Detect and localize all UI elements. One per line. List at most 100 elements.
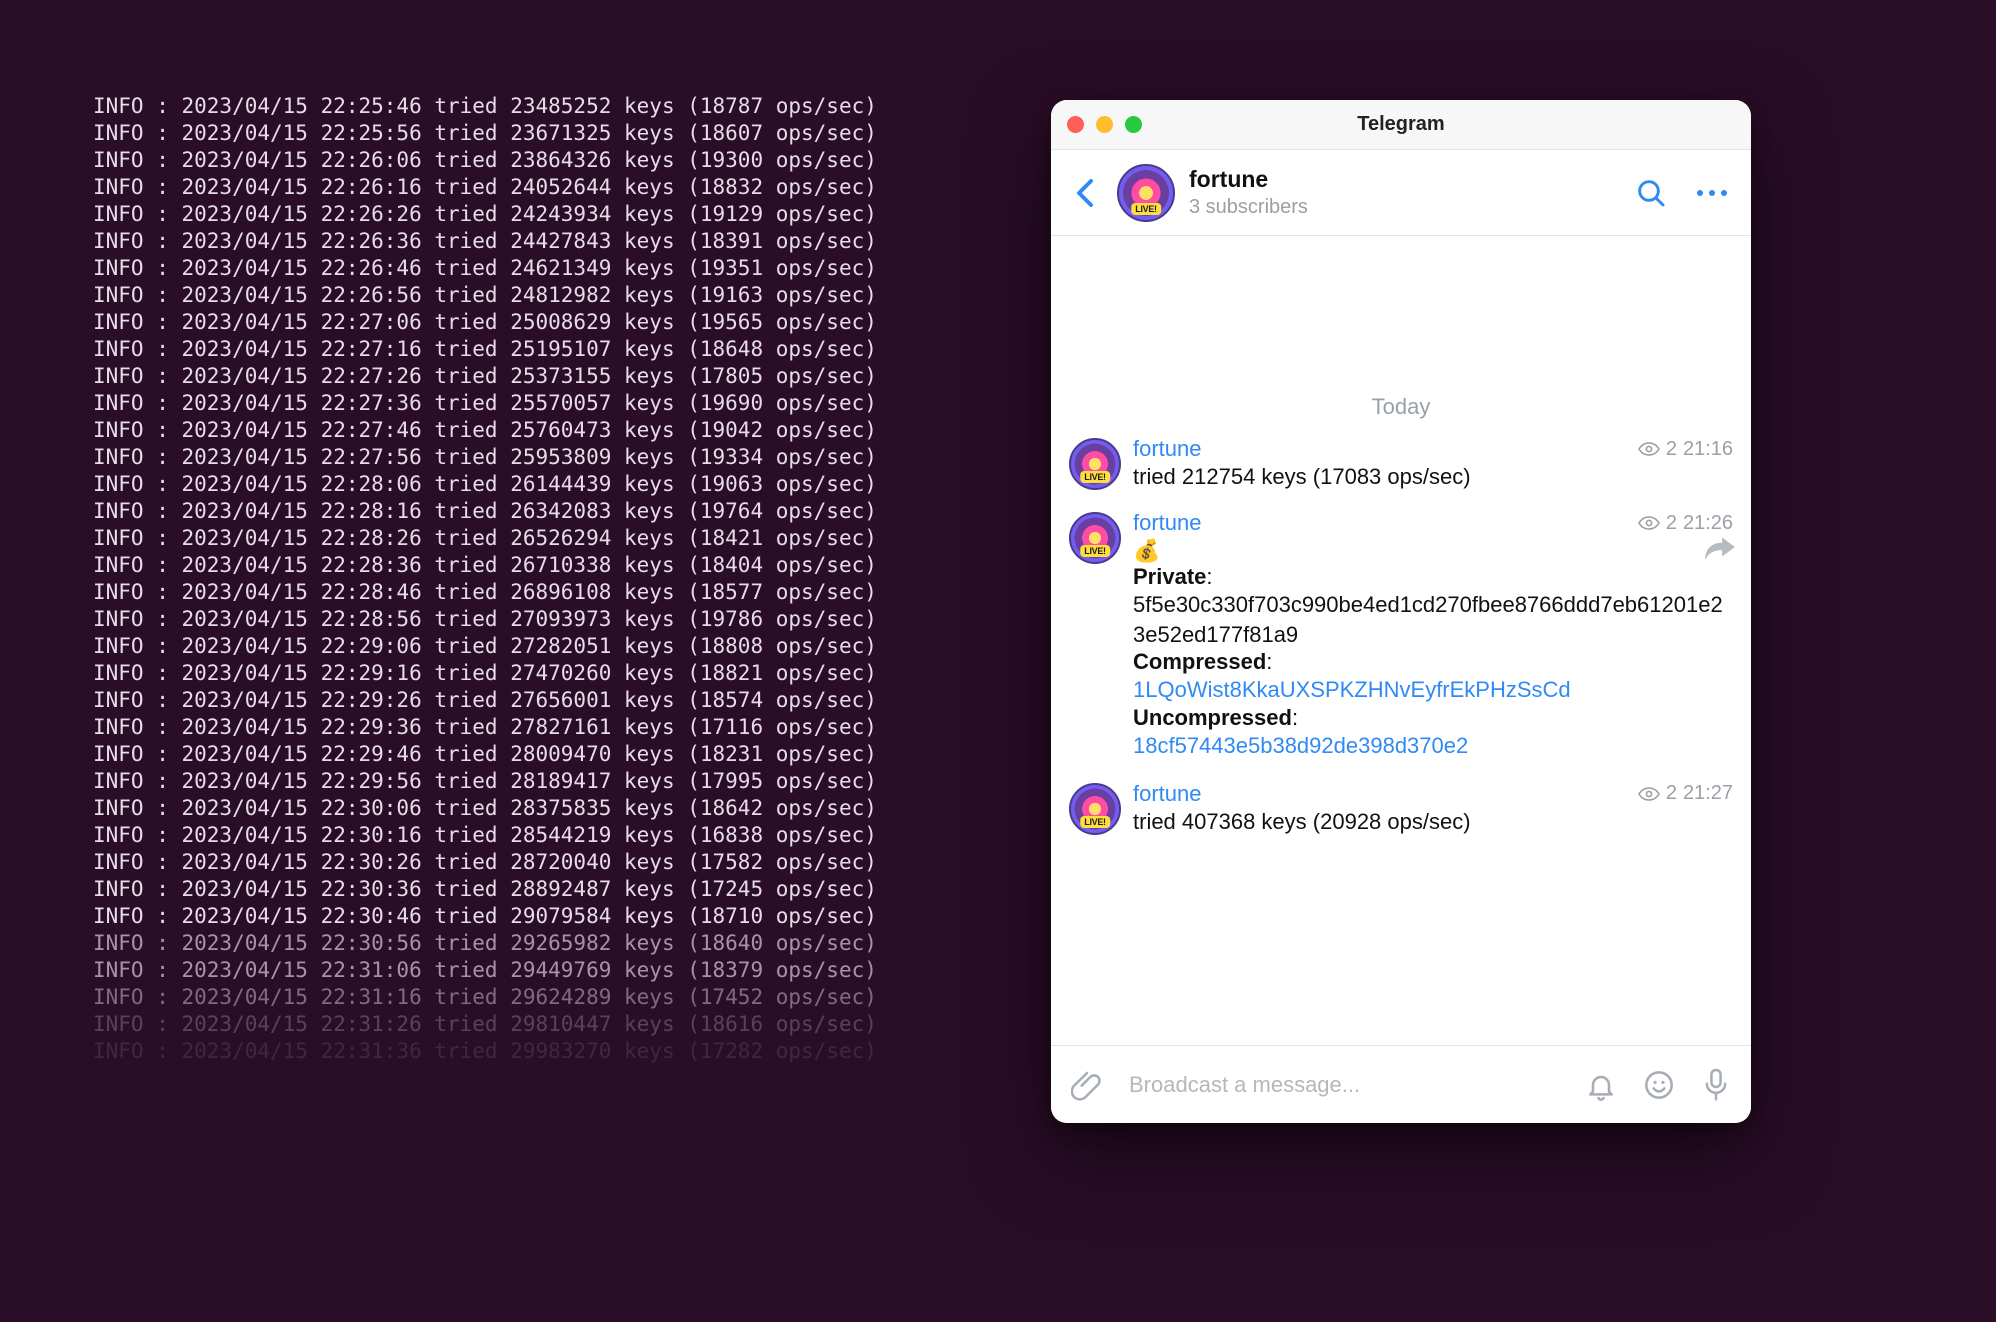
terminal-line: INFO : 2023/04/15 22:26:06 tried 2386432… [93, 147, 877, 174]
window-title: Telegram [1051, 113, 1751, 136]
titlebar: Telegram [1051, 100, 1751, 150]
share-icon [1703, 534, 1737, 562]
message-sender[interactable]: fortune [1133, 436, 1202, 462]
channel-name: fortune [1189, 166, 1621, 194]
attach-button[interactable] [1071, 1069, 1103, 1101]
terminal-line: INFO : 2023/04/15 22:26:36 tried 2442784… [93, 228, 877, 255]
terminal-line: INFO : 2023/04/15 22:29:16 tried 2747026… [93, 660, 877, 687]
terminal-line: INFO : 2023/04/15 22:30:26 tried 2872004… [93, 849, 877, 876]
smile-icon [1643, 1069, 1675, 1101]
terminal-line: INFO : 2023/04/15 22:31:06 tried 2944976… [93, 957, 877, 984]
compressed-address[interactable]: 1LQoWist8KkaUXSPKZHNvEyfrEkPHzSsCd [1133, 675, 1733, 705]
terminal-line: INFO : 2023/04/15 22:28:46 tried 2689610… [93, 579, 877, 606]
message-meta: 2 21:16 [1638, 438, 1733, 461]
views-icon [1638, 787, 1660, 801]
message-meta: 2 21:27 [1638, 782, 1733, 805]
message-time: 21:26 [1683, 512, 1733, 535]
terminal-line: INFO : 2023/04/15 22:29:56 tried 2818941… [93, 768, 877, 795]
kebab-dot-icon [1697, 190, 1703, 196]
terminal-line: INFO : 2023/04/15 22:26:16 tried 2405264… [93, 174, 877, 201]
message-sender[interactable]: fortune [1133, 781, 1202, 807]
share-button[interactable] [1703, 534, 1737, 562]
search-icon [1635, 177, 1667, 209]
terminal-line: INFO : 2023/04/15 22:27:36 tried 2557005… [93, 390, 877, 417]
kebab-dot-icon [1709, 190, 1715, 196]
terminal-line: INFO : 2023/04/15 22:31:36 tried 2998327… [93, 1038, 877, 1065]
terminal-line: INFO : 2023/04/15 22:29:46 tried 2800947… [93, 741, 877, 768]
composer [1051, 1045, 1751, 1123]
message-views: 2 [1666, 782, 1677, 805]
terminal-line: INFO : 2023/04/15 22:29:06 tried 2728205… [93, 633, 877, 660]
uncompressed-address[interactable]: 18cf57443e5b38d92de398d370e2 [1133, 731, 1733, 761]
message-text: tried 407368 keys (20928 ops/sec) [1133, 809, 1733, 835]
terminal-line: INFO : 2023/04/15 22:30:06 tried 2837583… [93, 795, 877, 822]
private-label: Private [1133, 564, 1206, 589]
message: fortune 2 21:26 💰 Private: [1069, 510, 1733, 761]
emoji-button[interactable] [1643, 1069, 1675, 1101]
message-avatar[interactable] [1069, 512, 1121, 564]
message-meta: 2 21:26 [1638, 512, 1733, 535]
mic-icon [1701, 1068, 1731, 1102]
compressed-label: Compressed [1133, 649, 1266, 674]
message-text: tried 212754 keys (17083 ops/sec) [1133, 464, 1733, 490]
message-time: 21:16 [1683, 438, 1733, 461]
terminal-line: INFO : 2023/04/15 22:30:16 tried 2854421… [93, 822, 877, 849]
message-avatar[interactable] [1069, 438, 1121, 490]
channel-info[interactable]: fortune 3 subscribers [1189, 166, 1621, 220]
more-button[interactable] [1697, 190, 1727, 196]
message: fortune 2 21:16 tried 212754 keys (17083… [1069, 436, 1733, 490]
terminal-line: INFO : 2023/04/15 22:29:36 tried 2782716… [93, 714, 877, 741]
terminal-line: INFO : 2023/04/15 22:28:26 tried 2652629… [93, 525, 877, 552]
composer-input[interactable] [1129, 1072, 1559, 1098]
terminal-line: INFO : 2023/04/15 22:26:56 tried 2481298… [93, 282, 877, 309]
date-separator: Today [1372, 394, 1431, 419]
terminal-line: INFO : 2023/04/15 22:27:16 tried 2519510… [93, 336, 877, 363]
telegram-window: Telegram fortune 3 subscribers Today [1051, 100, 1751, 1123]
terminal-line: INFO : 2023/04/15 22:26:26 tried 2424393… [93, 201, 877, 228]
terminal-line: INFO : 2023/04/15 22:31:16 tried 2962428… [93, 984, 877, 1011]
terminal-line: INFO : 2023/04/15 22:30:46 tried 2907958… [93, 903, 877, 930]
maximize-button[interactable] [1125, 116, 1142, 133]
terminal-line: INFO : 2023/04/15 22:29:26 tried 2765600… [93, 687, 877, 714]
kebab-dot-icon [1721, 190, 1727, 196]
views-icon [1638, 442, 1660, 456]
search-button[interactable] [1635, 177, 1667, 209]
terminal-line: INFO : 2023/04/15 22:28:56 tried 2709397… [93, 606, 877, 633]
terminal-line: INFO : 2023/04/15 22:27:46 tried 2576047… [93, 417, 877, 444]
terminal-line: INFO : 2023/04/15 22:28:36 tried 2671033… [93, 552, 877, 579]
terminal-log: INFO : 2023/04/15 22:25:46 tried 2348525… [93, 93, 877, 1065]
terminal-line: INFO : 2023/04/15 22:27:56 tried 2595380… [93, 444, 877, 471]
paperclip-icon [1071, 1069, 1103, 1101]
close-button[interactable] [1067, 116, 1084, 133]
traffic-lights [1067, 116, 1142, 133]
private-key: 5f5e30c330f703c990be4ed1cd270fbee8766ddd… [1133, 590, 1733, 649]
channel-avatar[interactable] [1117, 164, 1175, 222]
terminal-line: INFO : 2023/04/15 22:30:56 tried 2926598… [93, 930, 877, 957]
emoji-moneybag: 💰 [1133, 538, 1160, 563]
message: fortune 2 21:27 tried 407368 keys (20928… [1069, 781, 1733, 835]
back-button[interactable] [1067, 173, 1103, 213]
terminal-line: INFO : 2023/04/15 22:25:46 tried 2348525… [93, 93, 877, 120]
terminal-line: INFO : 2023/04/15 22:25:56 tried 2367132… [93, 120, 877, 147]
message-time: 21:27 [1683, 782, 1733, 805]
chevron-left-icon [1076, 178, 1094, 208]
voice-button[interactable] [1701, 1068, 1731, 1102]
message-views: 2 [1666, 438, 1677, 461]
bell-icon [1585, 1069, 1617, 1101]
message-sender[interactable]: fortune [1133, 510, 1202, 536]
message-text: 💰 Private: 5f5e30c330f703c990be4ed1cd270… [1133, 538, 1733, 761]
terminal-line: INFO : 2023/04/15 22:28:06 tried 2614443… [93, 471, 877, 498]
chat-header: fortune 3 subscribers [1051, 150, 1751, 236]
terminal-line: INFO : 2023/04/15 22:31:26 tried 2981044… [93, 1011, 877, 1038]
terminal-line: INFO : 2023/04/15 22:27:26 tried 2537315… [93, 363, 877, 390]
terminal-line: INFO : 2023/04/15 22:30:36 tried 2889248… [93, 876, 877, 903]
uncompressed-label: Uncompressed [1133, 705, 1292, 730]
chat-body[interactable]: Today fortune 2 21:16 tried 212754 keys … [1051, 236, 1751, 1045]
terminal-line: INFO : 2023/04/15 22:28:16 tried 2634208… [93, 498, 877, 525]
minimize-button[interactable] [1096, 116, 1113, 133]
terminal-line: INFO : 2023/04/15 22:27:06 tried 2500862… [93, 309, 877, 336]
message-avatar[interactable] [1069, 783, 1121, 835]
terminal-line: INFO : 2023/04/15 22:26:46 tried 2462134… [93, 255, 877, 282]
notify-button[interactable] [1585, 1069, 1617, 1101]
channel-subscribers: 3 subscribers [1189, 195, 1621, 219]
